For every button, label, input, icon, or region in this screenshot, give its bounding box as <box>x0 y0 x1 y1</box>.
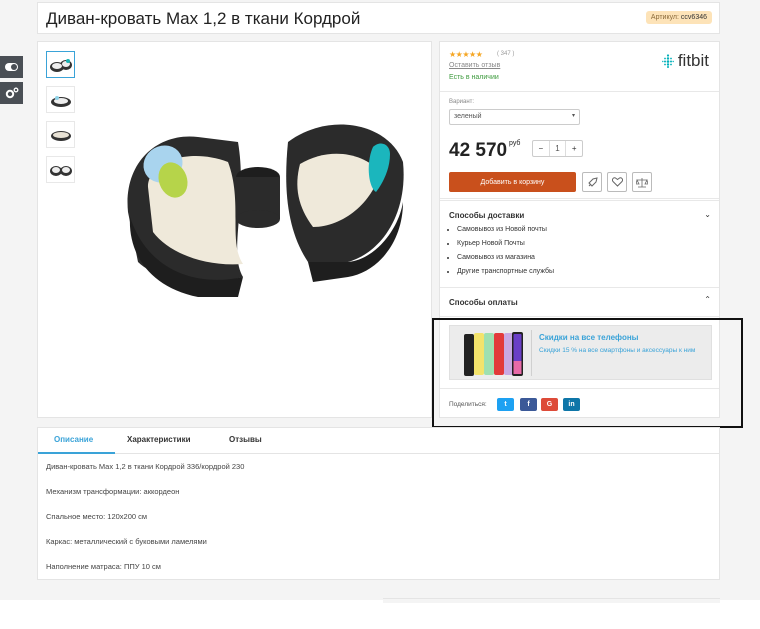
tab-description[interactable]: Описание <box>54 435 93 444</box>
qty-minus-button[interactable]: − <box>533 141 549 156</box>
brand-logo: fitbit <box>661 51 709 71</box>
chevron-down-icon: ▾ <box>571 113 575 119</box>
payment-title[interactable]: Способы оплаты <box>449 298 518 307</box>
sku-label: Артикул: <box>650 14 679 21</box>
product-price: 42 570 <box>449 140 508 161</box>
fitbit-dots-icon <box>661 54 674 68</box>
variant-label: Вариант: <box>449 99 475 105</box>
rocket-icon <box>587 176 598 187</box>
thumbnail-1[interactable] <box>46 51 75 78</box>
divider <box>440 316 719 317</box>
delivery-list: Самовывоз из Новой почты Курьер Новой По… <box>457 223 554 279</box>
stock-status: Есть в наличии <box>449 74 499 81</box>
compare-button[interactable] <box>632 172 652 192</box>
settings-gear-icon[interactable] <box>0 82 23 104</box>
product-main-image <box>127 124 404 297</box>
tab-characteristics[interactable]: Характеристики <box>127 435 191 444</box>
quantity-stepper: − 1 + <box>532 140 583 157</box>
description-line: Каркас: металлический с буковыми ламелям… <box>46 537 207 546</box>
thumbnail-2[interactable] <box>46 86 75 113</box>
list-item: Курьер Новой Почты <box>457 237 554 251</box>
leave-review-link[interactable]: Оставить отзыв <box>449 62 500 69</box>
tabs-panel: Описание Характеристики Отзывы Диван-кро… <box>37 427 720 580</box>
list-item: Другие транспортные службы <box>457 265 554 279</box>
add-to-cart-button[interactable]: Добавить в корзину <box>449 172 576 192</box>
title-bar: Диван-кровать Max 1,2 в ткани Кордрой Ар… <box>37 2 720 34</box>
qty-input[interactable]: 1 <box>548 141 567 156</box>
thumbnail-3[interactable] <box>46 121 75 148</box>
page-footer-area <box>0 600 760 629</box>
quick-order-button[interactable] <box>582 172 602 192</box>
price-currency: руб <box>509 140 521 147</box>
heart-icon <box>611 177 623 187</box>
rating-stars-icon: ★★★★★ <box>449 50 483 59</box>
next-block-edge <box>383 598 720 603</box>
description-line: Спальное место: 120х200 см <box>46 512 148 521</box>
side-tools <box>0 56 23 108</box>
qty-plus-button[interactable]: + <box>566 141 582 156</box>
description-line: Диван-кровать Max 1,2 в ткани Кордрой 33… <box>46 462 245 471</box>
chevron-down-icon[interactable]: ⌄ <box>704 210 711 219</box>
list-item: Самовывоз из Новой почты <box>457 223 554 237</box>
variant-value: зеленый <box>454 113 482 120</box>
variant-select[interactable]: зеленый ▾ <box>449 109 580 125</box>
delivery-title[interactable]: Способы доставки <box>449 211 524 220</box>
toggle-icon[interactable] <box>0 56 23 78</box>
rating-count: ( 347 ) <box>497 51 515 57</box>
page-title: Диван-кровать Max 1,2 в ткани Кордрой <box>46 9 361 28</box>
list-item: Самовывоз из магазина <box>457 251 554 265</box>
scales-icon <box>636 177 648 187</box>
rating-section: ★★★★★ ( 347 ) Оставить отзыв Есть в нали… <box>440 42 719 92</box>
product-gallery <box>37 41 432 418</box>
description-line: Наполнение матраса: ППУ 10 см <box>46 562 161 571</box>
description-line: Механизм трансформации: аккордеон <box>46 487 180 496</box>
thumbnail-4[interactable] <box>46 156 75 183</box>
highlight-box <box>432 318 743 428</box>
active-tab-indicator <box>38 452 115 454</box>
chevron-up-icon[interactable]: ⌃ <box>704 295 711 304</box>
brand-name: fitbit <box>677 51 709 70</box>
sku-value: ccv6346 <box>680 14 707 21</box>
wishlist-button[interactable] <box>607 172 627 192</box>
sku-badge: Артикул: ccv6346 <box>645 11 712 24</box>
tab-bar: Описание Характеристики Отзывы <box>38 428 719 454</box>
tab-reviews[interactable]: Отзывы <box>229 435 262 444</box>
